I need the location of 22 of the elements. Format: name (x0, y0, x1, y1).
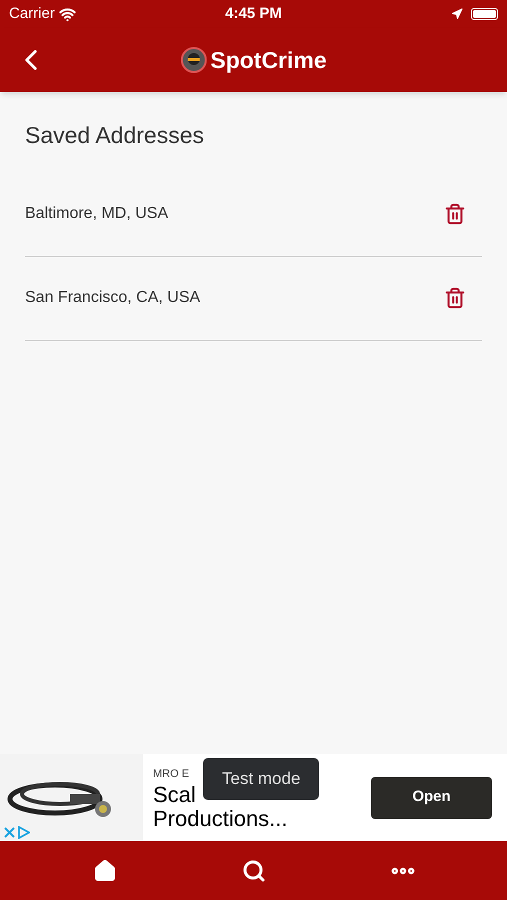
ad-banner[interactable]: MRO E Test mode Scal Productions... Open (0, 754, 507, 841)
advertiser-text: MRO E (153, 767, 190, 782)
address-text[interactable]: San Francisco, CA, USA (25, 286, 200, 310)
ad-headline: Productions... (153, 806, 288, 830)
test-mode-tooltip: Test mode (203, 758, 320, 800)
address-text[interactable]: Baltimore, MD, USA (25, 202, 168, 226)
battery-icon (471, 8, 498, 20)
logo-text: SpotCrime (210, 46, 327, 75)
location-icon (451, 8, 464, 20)
ad-headline: Scal (153, 782, 196, 806)
delete-button[interactable] (444, 286, 466, 308)
search-icon[interactable] (242, 858, 266, 882)
open-button[interactable]: Open (371, 776, 492, 818)
clock-text: 4:45 PM (225, 4, 282, 24)
play-icon[interactable] (18, 826, 30, 839)
delete-button[interactable] (444, 202, 466, 224)
carrier-text: Carrier (9, 4, 55, 24)
logo-icon (180, 47, 206, 73)
close-icon[interactable] (4, 827, 15, 838)
wifi-icon (58, 6, 76, 22)
page-title: Saved Addresses (25, 121, 206, 150)
home-icon[interactable] (92, 858, 116, 882)
